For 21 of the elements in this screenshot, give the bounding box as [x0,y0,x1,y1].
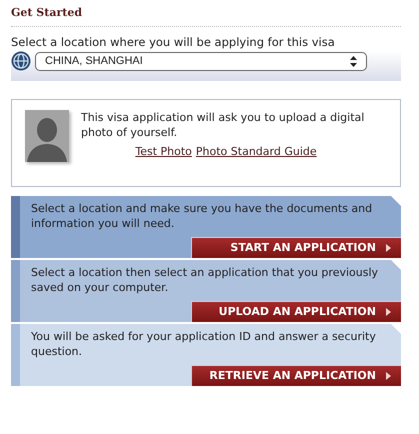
location-label: Select a location where you will be applying for this visa [11,35,336,50]
action-button[interactable]: START AN APPLICATION [191,237,401,258]
panel-stripe [11,324,20,386]
panel-stripe [11,196,20,258]
avatar-placeholder-icon [25,110,69,162]
arrow-right-icon [386,308,391,316]
panel-stripe [11,260,20,322]
action-button[interactable]: UPLOAD AN APPLICATION [191,301,401,322]
action-description: Select a location then select an application that you previously saved on your computer. [31,265,380,295]
location-select[interactable]: CHINA, SHANGHAI [35,52,367,70]
photo-notice-text: This visa application will ask you to upload a digital photo of yourself. [81,110,366,140]
arrow-right-icon [386,372,391,380]
action-description: You will be asked for your application ID and answer a security question. [31,329,377,359]
action-button[interactable]: RETRIEVE AN APPLICATION [191,365,401,386]
photo-link[interactable]: Test Photo [135,144,192,160]
globe-icon [11,51,31,71]
section-heading: Get Started [11,6,84,20]
photo-link[interactable]: Photo Standard Guide [196,144,317,160]
arrow-right-icon [386,244,391,252]
action-description: Select a location and make sure you have the documents and information you will need. [31,201,374,231]
dropdown-arrows-icon [350,56,357,66]
